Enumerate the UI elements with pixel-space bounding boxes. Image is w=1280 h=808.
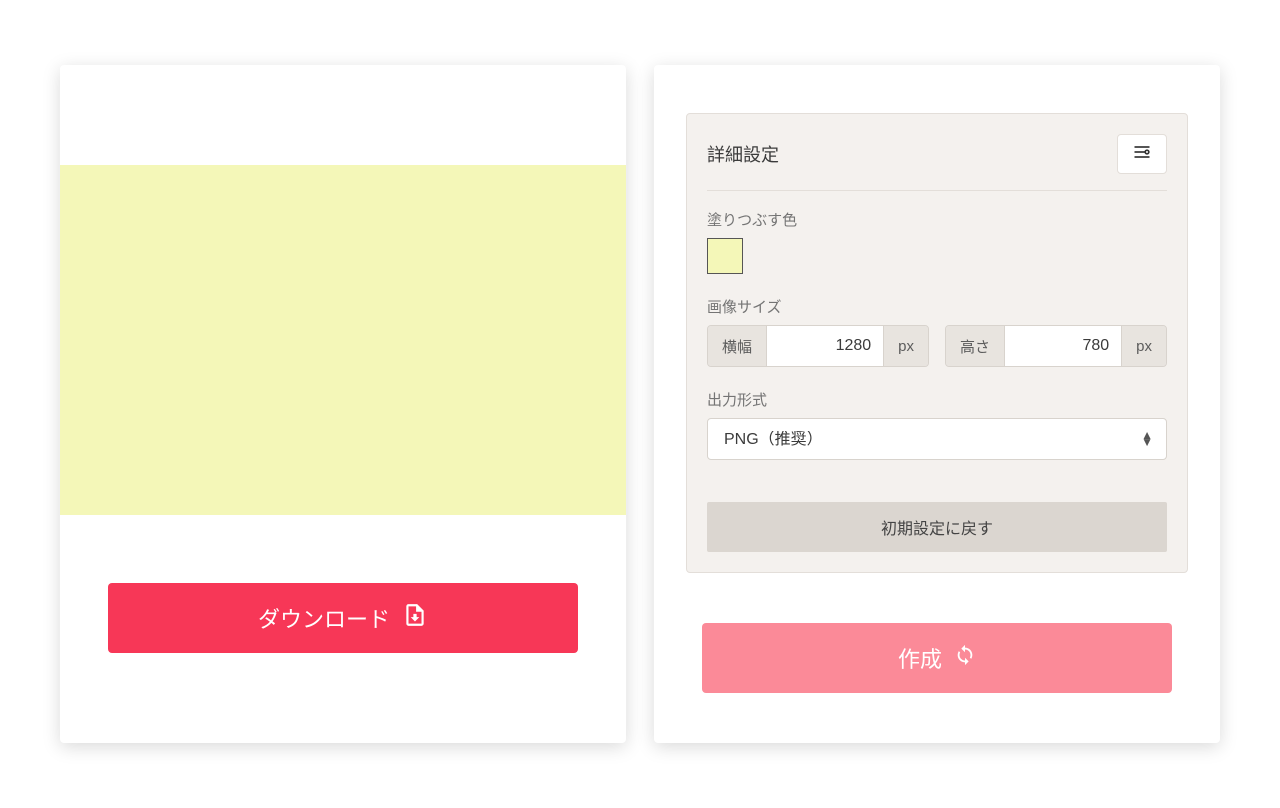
width-input-group: 横幅 px (707, 325, 929, 367)
download-button[interactable]: ダウンロード (108, 583, 578, 653)
settings-title: 詳細設定 (707, 141, 779, 167)
reset-button-label: 初期設定に戻す (881, 521, 993, 538)
create-button-label: 作成 (898, 642, 942, 674)
width-input[interactable] (767, 326, 883, 366)
settings-panel: 詳細設定 塗りつぶす色 画像サイズ (654, 65, 1220, 743)
reset-button[interactable]: 初期設定に戻す (707, 502, 1167, 552)
create-button[interactable]: 作成 (702, 623, 1172, 693)
height-addon-label: 高さ (946, 326, 1005, 366)
fill-color-label: 塗りつぶす色 (707, 209, 1167, 230)
settings-box: 詳細設定 塗りつぶす色 画像サイズ (686, 113, 1188, 573)
fill-color-swatch[interactable] (707, 238, 743, 274)
sliders-icon (1129, 142, 1155, 167)
download-file-icon (402, 602, 428, 634)
preview-panel: ダウンロード (60, 65, 626, 743)
width-addon-label: 横幅 (708, 326, 767, 366)
download-button-label: ダウンロード (258, 602, 390, 634)
refresh-icon (954, 644, 976, 672)
height-input[interactable] (1005, 326, 1121, 366)
preview-canvas (60, 165, 626, 515)
height-input-group: 高さ px (945, 325, 1167, 367)
output-format-label: 出力形式 (707, 389, 1167, 410)
settings-toggle-button[interactable] (1117, 134, 1167, 174)
height-unit-label: px (1121, 326, 1166, 366)
image-size-label: 画像サイズ (707, 296, 1167, 317)
output-format-select[interactable]: PNG（推奨） (707, 418, 1167, 460)
width-unit-label: px (883, 326, 928, 366)
